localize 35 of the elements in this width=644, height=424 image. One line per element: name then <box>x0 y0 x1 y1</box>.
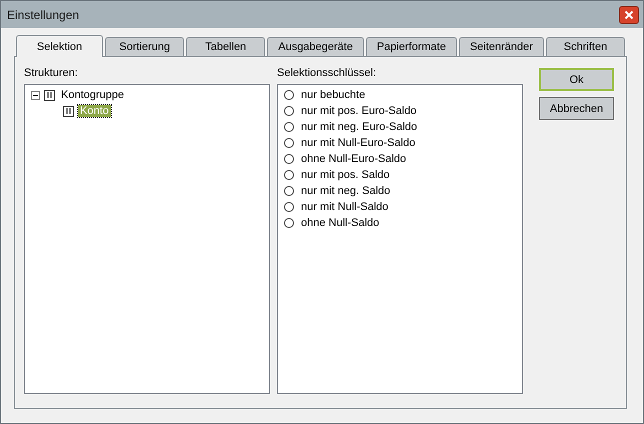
radio-button[interactable] <box>284 90 294 100</box>
tab[interactable]: Papierformate <box>366 37 457 56</box>
radio-button[interactable] <box>284 106 294 116</box>
structures-label: Strukturen: <box>24 67 79 81</box>
radio-button[interactable] <box>284 138 294 148</box>
radio-label[interactable]: nur mit pos. Saldo <box>301 169 390 181</box>
radio-label[interactable]: ohne Null-Euro-Saldo <box>301 153 406 165</box>
radio-label[interactable]: nur mit Null-Euro-Saldo <box>301 137 416 149</box>
tab[interactable]: Seitenränder <box>458 37 544 56</box>
radio-button[interactable] <box>284 122 294 132</box>
tab[interactable]: Tabellen <box>186 37 266 56</box>
radio-label[interactable]: nur mit neg. Saldo <box>301 185 390 197</box>
radio-button[interactable] <box>284 154 294 164</box>
radio-label[interactable]: nur bebuchte <box>301 89 366 101</box>
collapse-toggle-icon[interactable] <box>31 90 40 100</box>
radio-label[interactable]: nur mit Null-Saldo <box>301 201 388 213</box>
dialog-button[interactable]: Abbrechen <box>539 97 614 120</box>
radio-label[interactable]: ohne Null-Saldo <box>301 217 380 229</box>
radio-button[interactable] <box>284 202 294 212</box>
table-icon <box>44 90 55 100</box>
table-icon <box>63 106 74 116</box>
tab[interactable]: Selektion <box>16 35 104 57</box>
tab[interactable]: Schriften <box>546 37 626 56</box>
window-title: Einstellungen <box>7 8 80 22</box>
tab[interactable]: Sortierung <box>105 37 184 56</box>
tab[interactable]: Ausgabegeräte <box>267 37 364 56</box>
radio-label[interactable]: nur mit neg. Euro-Saldo <box>301 121 418 133</box>
keys-label: Selektionsschlüssel: <box>277 67 378 81</box>
tree-item[interactable]: Kontogruppe <box>59 89 126 101</box>
radio-button[interactable] <box>284 186 294 196</box>
radio-button[interactable] <box>284 170 294 180</box>
dialog-button[interactable]: Ok <box>539 68 614 91</box>
close-icon[interactable] <box>619 6 639 24</box>
radio-label[interactable]: nur mit pos. Euro-Saldo <box>301 105 417 117</box>
radio-button[interactable] <box>284 218 294 228</box>
